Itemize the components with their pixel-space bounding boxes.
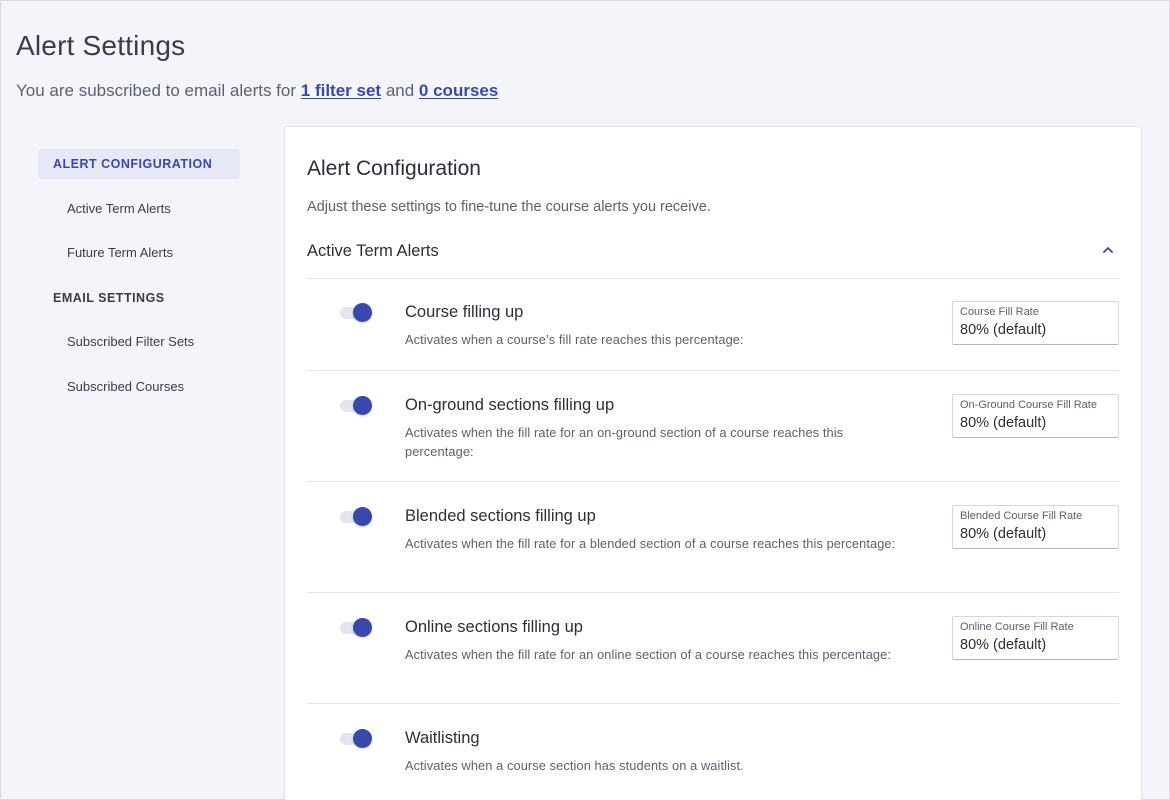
sidebar-item-future-term-alerts[interactable]: Future Term Alerts	[38, 238, 240, 268]
online-fill-rate-field[interactable]: Online Course Fill Rate 80% (default)	[952, 616, 1119, 660]
course-filling-toggle[interactable]	[339, 301, 375, 323]
card-title: Alert Configuration	[307, 157, 481, 180]
subscription-summary-text: You are subscribed to email alerts for	[16, 81, 297, 100]
subscription-and-text: and	[385, 81, 415, 100]
toggle-knob	[353, 729, 372, 748]
alert-row-waitlisting: Waitlisting Activates when a course sect…	[307, 704, 1119, 800]
alert-title: Waitlisting	[405, 729, 480, 747]
subscription-summary: You are subscribed to email alerts for 1…	[16, 81, 498, 101]
sidebar-item-email-settings[interactable]: EMAIL SETTINGS	[38, 283, 240, 313]
sidebar-item-active-term-alerts[interactable]: Active Term Alerts	[38, 194, 240, 224]
field-label: On-Ground Course Fill Rate	[960, 399, 1097, 411]
sidebar-item-alert-configuration[interactable]: ALERT CONFIGURATION	[38, 149, 240, 179]
page-title: Alert Settings	[16, 30, 186, 61]
field-label: Course Fill Rate	[960, 306, 1039, 318]
field-value: 80% (default)	[960, 637, 1047, 653]
alert-configuration-card: Alert Configuration Adjust these setting…	[284, 126, 1142, 800]
courses-link[interactable]: 0 courses	[419, 81, 498, 100]
section-label: Active Term Alerts	[307, 242, 439, 260]
alert-row-online: Online sections filling up Activates whe…	[307, 593, 1119, 704]
alert-description: Activates when the fill rate for a blend…	[405, 536, 896, 551]
alert-title: Course filling up	[405, 303, 524, 321]
card-description: Adjust these settings to fine-tune the c…	[307, 199, 711, 215]
course-fill-rate-field[interactable]: Course Fill Rate 80% (default)	[952, 301, 1119, 345]
field-value: 80% (default)	[960, 322, 1047, 338]
field-value: 80% (default)	[960, 526, 1047, 542]
active-term-alerts-header[interactable]: Active Term Alerts	[307, 233, 1119, 279]
alert-description: Activates when a course section has stud…	[405, 758, 744, 773]
sidebar-item-subscribed-filter-sets[interactable]: Subscribed Filter Sets	[38, 327, 240, 357]
field-value: 80% (default)	[960, 415, 1047, 431]
alert-title: Blended sections filling up	[405, 507, 596, 525]
toggle-knob	[353, 396, 372, 415]
sidebar-item-subscribed-courses[interactable]: Subscribed Courses	[38, 372, 240, 402]
alert-description: Activates when the fill rate for an on-g…	[405, 425, 844, 459]
on-ground-toggle[interactable]	[339, 394, 375, 416]
alert-row-blended: Blended sections filling up Activates wh…	[307, 482, 1119, 593]
alert-title: Online sections filling up	[405, 618, 583, 636]
toggle-knob	[353, 507, 372, 526]
field-label: Blended Course Fill Rate	[960, 510, 1083, 522]
filter-set-link[interactable]: 1 filter set	[301, 81, 381, 100]
on-ground-fill-rate-field[interactable]: On-Ground Course Fill Rate 80% (default)	[952, 394, 1119, 438]
settings-sidebar: ALERT CONFIGURATION Active Term Alerts F…	[38, 149, 240, 416]
toggle-knob	[353, 618, 372, 637]
alert-title: On-ground sections filling up	[405, 396, 615, 414]
field-label: Online Course Fill Rate	[960, 621, 1074, 633]
chevron-up-icon[interactable]	[1101, 243, 1115, 257]
toggle-knob	[353, 303, 372, 322]
alert-row-course-filling: Course filling up Activates when a cours…	[307, 279, 1119, 371]
blended-fill-rate-field[interactable]: Blended Course Fill Rate 80% (default)	[952, 505, 1119, 549]
blended-toggle[interactable]	[339, 505, 375, 527]
alert-description: Activates when the fill rate for an onli…	[405, 647, 892, 662]
waitlisting-toggle[interactable]	[339, 727, 375, 749]
alert-description: Activates when a course’s fill rate reac…	[405, 332, 744, 347]
alert-row-on-ground: On-ground sections filling up Activates …	[307, 371, 1119, 482]
online-toggle[interactable]	[339, 616, 375, 638]
